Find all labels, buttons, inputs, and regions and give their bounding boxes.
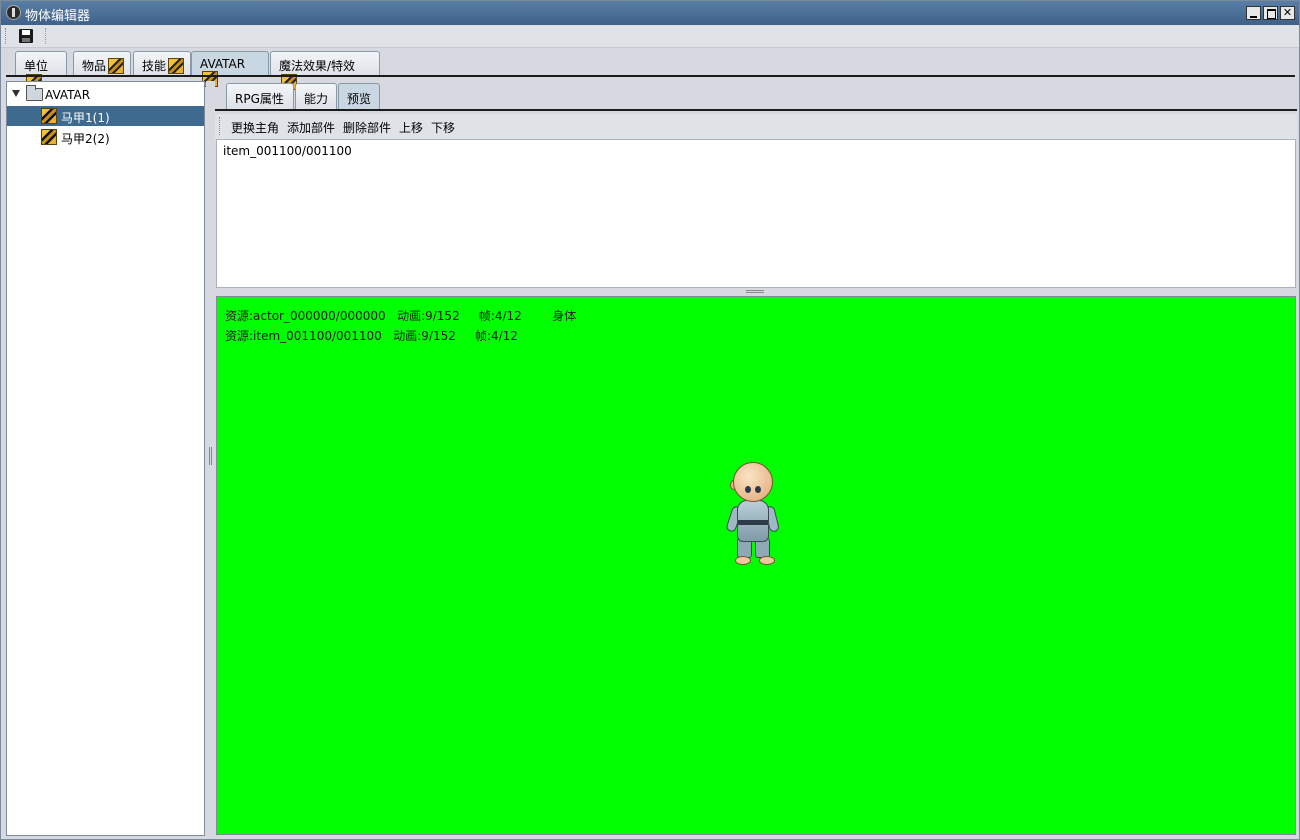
avatar-preview-canvas[interactable]: 资源:actor_000000/000000 动画:9/152 帧:4/12 身… — [216, 296, 1296, 835]
maximize-button[interactable] — [1263, 6, 1278, 20]
move-down-button[interactable]: 下移 — [431, 119, 455, 136]
window-title: 物体编辑器 — [25, 9, 91, 24]
tab-magic-effect[interactable]: 魔法效果/特效 — [270, 51, 380, 90]
part-action-bar: 更换主角 添加部件 删除部件 上移 下移 — [215, 114, 1297, 139]
tab-avatar[interactable]: AVATAR — [191, 51, 269, 87]
sub-tabs: RPG属性 能力 预览 — [215, 81, 1297, 111]
tab-unit[interactable]: 单位 — [15, 51, 67, 90]
main-tabs: 单位 物品 技能 AVATAR 魔法效果/特效 — [1, 49, 1299, 90]
tab-label: 预览 — [347, 92, 372, 106]
avatar-item-icon — [41, 129, 57, 145]
tab-ability[interactable]: 能力 — [295, 83, 337, 109]
tree-item-label: 马甲2(2) — [61, 132, 110, 146]
sprite-eye — [755, 486, 761, 493]
horizontal-splitter[interactable] — [216, 288, 1296, 296]
toolbar-grip[interactable] — [5, 28, 8, 44]
toolbar — [1, 25, 1299, 48]
sprite-foot — [735, 556, 751, 565]
save-disk-icon — [19, 29, 33, 43]
tab-rpg-attributes[interactable]: RPG属性 — [226, 83, 294, 109]
close-button[interactable]: ✕ — [1280, 6, 1295, 20]
tree-item-1[interactable]: 马甲1(1) — [7, 106, 204, 126]
avatar-item-icon — [41, 108, 57, 124]
subtab-underline — [215, 109, 1297, 111]
editor-window: 物体编辑器 ✕ 单位 物品 技能 AVATAR 魔法效果/特效 AVATAR 马… — [0, 0, 1300, 840]
sprite-head — [733, 462, 773, 502]
splitter-grip[interactable] — [746, 290, 764, 293]
tab-skill[interactable]: 技能 — [133, 51, 191, 76]
add-part-button[interactable]: 添加部件 — [287, 119, 335, 136]
delete-part-button[interactable]: 删除部件 — [343, 119, 391, 136]
sprite-foot — [759, 556, 775, 565]
avatar-tree[interactable]: AVATAR 马甲1(1) 马甲2(2) — [6, 81, 205, 836]
tab-label: 魔法效果/特效 — [279, 59, 356, 73]
tree-root-label: AVATAR — [45, 88, 91, 102]
change-actor-button[interactable]: 更换主角 — [231, 119, 279, 136]
tab-label: 单位 — [24, 59, 49, 73]
part-list[interactable]: item_001100/001100 — [216, 139, 1296, 288]
tree-item-label: 马甲1(1) — [61, 111, 110, 125]
tab-label: AVATAR — [200, 57, 246, 71]
sprite-belt — [738, 520, 768, 525]
tab-underline — [6, 75, 1295, 77]
preview-info-line: 资源:actor_000000/000000 动画:9/152 帧:4/12 身… — [225, 309, 577, 323]
tree-item-2[interactable]: 马甲2(2) — [7, 127, 204, 147]
part-list-item[interactable]: item_001100/001100 — [223, 144, 352, 158]
tree-root[interactable]: AVATAR — [7, 85, 204, 105]
tab-item[interactable]: 物品 — [73, 51, 131, 76]
toolbar-separator — [45, 28, 47, 44]
sprite-eye — [745, 486, 751, 493]
folder-icon — [26, 85, 43, 101]
splitter-grip[interactable] — [209, 447, 212, 465]
tab-label: 物品 — [82, 59, 107, 73]
action-bar-grip[interactable] — [219, 117, 222, 135]
vertical-splitter[interactable] — [206, 81, 215, 837]
app-icon — [6, 5, 21, 20]
monk-character-sprite — [725, 462, 787, 574]
save-button[interactable] — [17, 28, 35, 45]
item-icon — [108, 58, 125, 74]
move-up-button[interactable]: 上移 — [399, 119, 423, 136]
minimize-button[interactable] — [1246, 6, 1261, 20]
title-bar[interactable]: 物体编辑器 ✕ — [1, 1, 1299, 25]
tab-label: 能力 — [304, 92, 329, 106]
expand-triangle-icon[interactable] — [12, 90, 20, 97]
tab-label: 技能 — [142, 59, 167, 73]
skill-icon — [168, 58, 185, 74]
preview-info-line: 资源:item_001100/001100 动画:9/152 帧:4/12 — [225, 329, 518, 343]
tab-label: RPG属性 — [235, 92, 284, 106]
detail-panel: RPG属性 能力 预览 更换主角 添加部件 删除部件 上移 下移 item_00… — [215, 81, 1297, 837]
tab-preview[interactable]: 预览 — [338, 83, 380, 109]
